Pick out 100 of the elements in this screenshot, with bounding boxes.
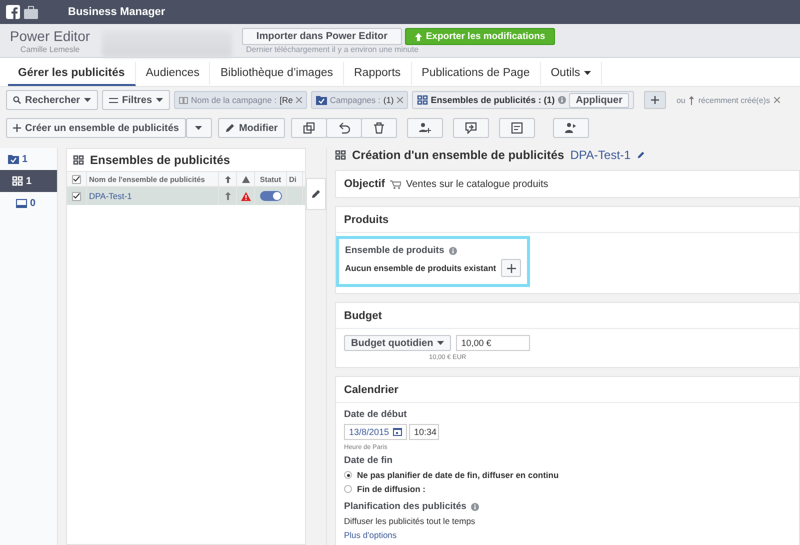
create-menu-button[interactable] — [186, 118, 212, 138]
undo-button[interactable] — [326, 118, 362, 138]
close-icon[interactable] — [396, 97, 403, 103]
nav-tab[interactable]: Rapports — [344, 62, 412, 86]
start-date-field[interactable]: 13/8/2015 — [344, 424, 407, 440]
apply-button[interactable]: Appliquer — [568, 92, 630, 108]
person-arrow-button[interactable] — [552, 118, 589, 138]
filters-dropdown[interactable]: Filtres — [102, 90, 170, 110]
end-date-radio[interactable] — [344, 471, 352, 479]
end-date-radio[interactable] — [344, 485, 352, 493]
header-checkbox[interactable] — [72, 174, 81, 184]
empty-text: Aucun ensemble de produits existant — [345, 263, 496, 273]
info-icon — [558, 96, 566, 104]
share-icon — [464, 122, 477, 134]
caret-icon — [437, 341, 444, 345]
more-options-link[interactable]: Plus d'options — [344, 530, 397, 540]
start-time-field[interactable]: 10:34 — [409, 424, 439, 440]
close-icon[interactable] — [774, 97, 780, 103]
table-title: Ensembles de publicités — [90, 153, 230, 167]
tree-item[interactable]: 1 — [0, 170, 57, 192]
book-icon — [179, 96, 188, 104]
budget-amount-field[interactable]: 10,00 € — [456, 335, 530, 351]
sort-arrow-icon — [689, 96, 694, 104]
or-label: ou — [676, 96, 686, 104]
check-icon — [73, 176, 80, 182]
nav-tab[interactable]: Outils — [540, 62, 602, 86]
grid-icon — [73, 155, 84, 165]
person-arrow-icon — [564, 122, 577, 134]
grid-icon — [335, 150, 346, 160]
nav-tab[interactable]: Publications de Page — [412, 62, 541, 86]
pencil-icon — [311, 189, 321, 199]
status-toggle[interactable] — [260, 191, 282, 201]
close-icon[interactable] — [296, 97, 302, 103]
search-dropdown[interactable]: Rechercher — [6, 90, 98, 110]
monitor-icon — [16, 198, 27, 208]
calendar-icon[interactable] — [393, 428, 402, 436]
radio-label: Fin de diffusion : — [357, 484, 426, 494]
share-button[interactable] — [452, 118, 489, 138]
field-label: Date de début — [344, 409, 407, 420]
people-add-icon — [418, 122, 431, 134]
chip-label: Ensembles de publicités : (1) — [430, 95, 555, 105]
facebook-logo-icon[interactable] — [6, 5, 20, 19]
last-download-text: Dernier téléchargement il y a environ une minute — [246, 45, 420, 54]
edit-panel-tab[interactable] — [306, 178, 326, 210]
form-button[interactable] — [498, 118, 535, 138]
pencil-icon — [636, 151, 645, 159]
plus-icon — [506, 264, 516, 272]
filter-chip[interactable]: Ensembles de publicités : (1) Appliquer — [412, 91, 634, 109]
people-add-button[interactable] — [406, 118, 443, 138]
row-checkbox[interactable] — [72, 192, 81, 200]
plus-icon — [13, 124, 21, 132]
nav-tab[interactable]: Audiences — [136, 62, 210, 86]
import-button[interactable]: Importer dans Power Editor — [242, 28, 402, 45]
trash-button[interactable] — [360, 118, 397, 138]
planning-text: Diffuser les publicités tout le temps — [344, 516, 476, 526]
user-name: Camille Lemesle — [20, 45, 80, 54]
section-title: Budget — [336, 303, 799, 329]
adset-name: DPA-Test-1 — [570, 148, 631, 162]
objective-value: Ventes sur le catalogue produits — [406, 178, 548, 190]
tree-item[interactable]: 1 — [0, 148, 57, 170]
warning-icon — [242, 176, 250, 182]
field-label: Planification des publicités — [344, 501, 466, 512]
arrow-up-icon — [224, 176, 230, 182]
nav-tab[interactable]: Bibliothèque d’images — [210, 62, 344, 86]
field-label: Date de fin — [344, 455, 393, 466]
filter-chip[interactable]: Campagnes : (1) — [310, 91, 408, 109]
grid-icon — [12, 176, 23, 186]
folder-check-icon — [316, 96, 327, 104]
undo-icon — [338, 122, 350, 134]
chip-value: (1) — [383, 95, 394, 105]
section-title: Calendrier — [336, 377, 799, 403]
panel-title: Création d'un ensemble de publicités — [352, 148, 564, 162]
caret-icon — [195, 126, 202, 130]
copy-icon — [302, 122, 315, 134]
info-icon — [449, 246, 458, 254]
recent-label: récemment créé(e)s — [698, 96, 770, 104]
info-icon — [471, 502, 480, 510]
caret-icon — [156, 98, 164, 102]
tree-item[interactable]: 0 — [0, 192, 57, 214]
search-icon — [13, 96, 21, 104]
copy-button[interactable] — [290, 118, 327, 138]
form-icon — [510, 122, 523, 134]
create-adset-button[interactable]: Créer un ensemble de publicités — [6, 118, 186, 138]
adset-name-link[interactable]: DPA-Test-1 — [89, 191, 132, 201]
briefcase-icon[interactable] — [24, 6, 38, 18]
app-name: Power Editor — [10, 28, 90, 45]
cart-icon — [390, 180, 401, 188]
grid-icon — [416, 95, 428, 105]
add-filter-button[interactable] — [644, 91, 666, 109]
chip-label: Nom de la campagne : — [191, 95, 277, 105]
budget-type-dropdown[interactable]: Budget quotidien — [344, 335, 452, 351]
caret-icon — [84, 98, 92, 102]
plus-icon — [651, 96, 660, 104]
pencil-icon — [224, 123, 235, 133]
table-row[interactable]: DPA-Test-1 — [67, 187, 305, 205]
edit-button[interactable]: Modifier — [218, 118, 285, 138]
section-title: Produits — [336, 207, 799, 233]
add-button[interactable] — [501, 259, 522, 277]
chip-label: Campagnes : — [330, 95, 380, 105]
filter-chip[interactable]: Nom de la campagne : [Re — [174, 91, 307, 109]
